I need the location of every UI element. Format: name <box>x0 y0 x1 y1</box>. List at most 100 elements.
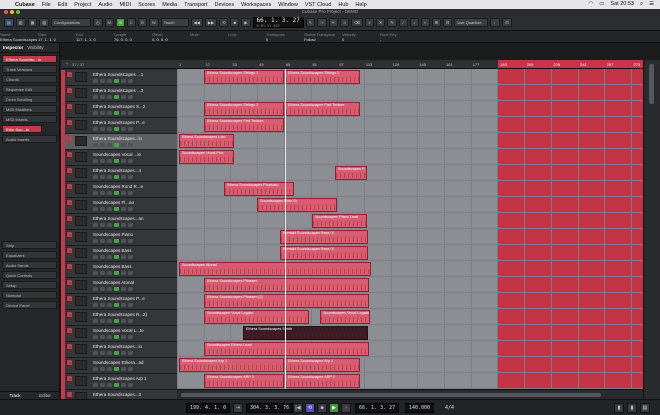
track-monitor-button[interactable] <box>114 255 119 259</box>
track-monitor-button[interactable] <box>114 175 119 179</box>
track-instrument-icon[interactable] <box>75 248 87 258</box>
record-enable-button[interactable] <box>67 216 72 221</box>
constrain-delay-button[interactable]: ◴ <box>93 18 103 27</box>
track-instrument-icon[interactable] <box>75 328 87 338</box>
split-tool[interactable]: ✂ <box>328 18 338 27</box>
record-enable-button[interactable] <box>67 376 72 381</box>
inspector-audio-inserts[interactable]: Audio Inserts <box>2 135 57 143</box>
menu-edit[interactable]: Edit <box>58 2 67 8</box>
inspector-equalizers[interactable]: Equalizers <box>2 251 57 259</box>
track-read-button[interactable] <box>107 255 112 259</box>
tab-track[interactable]: Track <box>0 392 30 399</box>
midi-part[interactable]: Ethera Soundscapes Strings 1 <box>204 70 284 84</box>
track-name[interactable]: Soundscapes Vocal ...le <box>93 152 175 157</box>
track-write-button[interactable] <box>121 95 126 99</box>
track-read-button[interactable] <box>107 351 112 355</box>
track-read-button[interactable] <box>107 367 112 371</box>
track-row[interactable]: Ethera SoundsCapes ...3 <box>61 86 177 102</box>
track-monitor-button[interactable] <box>114 287 119 291</box>
track-write-button[interactable] <box>121 255 126 259</box>
track-name[interactable]: Ethera Soundscapes...3 <box>93 392 175 397</box>
track-mute-button[interactable] <box>93 223 98 227</box>
tab-inspector[interactable]: Inspector <box>3 45 23 50</box>
track-monitor-button[interactable] <box>114 239 119 243</box>
track-edit-button[interactable] <box>128 111 133 115</box>
track-solo-button[interactable] <box>100 111 105 115</box>
track-mute-button[interactable] <box>93 303 98 307</box>
track-edit-button[interactable] <box>128 143 133 147</box>
transport-cycle-button[interactable]: ⟲ <box>305 403 315 413</box>
inspector-midi-modifiers[interactable]: MIDI Modifiers <box>2 105 57 113</box>
track-edit-button[interactable] <box>128 351 133 355</box>
track-mute-button[interactable] <box>93 255 98 259</box>
track-edit-button[interactable] <box>128 287 133 291</box>
record-enable-button[interactable] <box>67 280 72 285</box>
track-instrument-icon[interactable] <box>75 200 87 210</box>
menu-help[interactable]: Help <box>355 2 366 8</box>
time-signature-display[interactable]: 4/4 <box>442 403 457 413</box>
track-read-button[interactable] <box>107 159 112 163</box>
track-name[interactable]: Soundscapes Rond R...e <box>93 184 175 189</box>
track-name[interactable]: Ethera SoundsCapes ...3 <box>93 88 175 93</box>
track-read-button[interactable] <box>107 383 112 387</box>
menu-project[interactable]: Project <box>74 2 91 8</box>
rewind-button[interactable]: ◀◀ <box>190 18 203 27</box>
inspector-midi-inserts[interactable]: MIDI Inserts <box>2 115 57 123</box>
midi-part[interactable]: Ethera Soundscapes Pad Texture <box>204 118 284 132</box>
track-edit-button[interactable] <box>128 239 133 243</box>
window-layout-button[interactable]: ⊡ <box>502 18 512 27</box>
track-mute-button[interactable] <box>93 95 98 99</box>
track-name[interactable]: Ethera Soundscapes Arp 1 <box>93 376 175 381</box>
track-name[interactable]: Soundscapes Vocal L...te <box>93 328 175 333</box>
track-write-button[interactable] <box>121 271 126 275</box>
track-edit-button[interactable] <box>128 191 133 195</box>
track-write-button[interactable] <box>121 383 126 387</box>
track-solo-button[interactable] <box>100 127 105 131</box>
inspector-setup[interactable]: Setup <box>2 281 57 289</box>
record-enable-button[interactable] <box>67 392 72 397</box>
info-value-length[interactable]: 76. 0. 0. 0 <box>114 37 152 47</box>
track-write-button[interactable] <box>121 159 126 163</box>
right-zone-button[interactable]: ▧ <box>39 18 50 27</box>
track-row[interactable]: Ethera Soundscapes P...e <box>61 118 177 134</box>
record-enable-button[interactable] <box>67 200 72 205</box>
track-row[interactable]: Soundscapes Rond R...e <box>61 182 177 198</box>
track-solo-button[interactable] <box>100 191 105 195</box>
mute-tool[interactable]: ✕ <box>375 18 386 27</box>
track-edit-button[interactable] <box>128 335 133 339</box>
track-solo-button[interactable] <box>100 367 105 371</box>
track-row[interactable]: Soundscapes Atonal <box>61 278 177 294</box>
track-instrument-icon[interactable] <box>75 232 87 242</box>
track-write-button[interactable] <box>121 111 126 115</box>
midi-part[interactable]: Soundscapes R <box>335 166 367 180</box>
track-write-button[interactable] <box>121 335 126 339</box>
transport-stop-button[interactable]: ■ <box>317 403 327 413</box>
track-read-button[interactable] <box>107 287 112 291</box>
midi-part[interactable]: Ethera Soundscapes Arp 1 <box>179 358 284 372</box>
track-monitor-button[interactable] <box>114 383 119 387</box>
audio-connection-icon[interactable]: ▤ <box>640 403 650 413</box>
horizontal-scroll-thumb[interactable] <box>181 393 601 397</box>
track-row[interactable]: Ethera Soundscapes...an <box>61 214 177 230</box>
menu-cubase[interactable]: Cubase <box>15 2 35 8</box>
horizontal-scrollbar[interactable] <box>177 389 643 399</box>
track-read-button[interactable] <box>107 111 112 115</box>
track-instrument-icon[interactable] <box>75 120 87 130</box>
track-write-button[interactable] <box>121 319 126 323</box>
glue-tool[interactable]: ⊃ <box>339 18 350 27</box>
track-write-button[interactable] <box>121 303 126 307</box>
automation-mode-dropdown[interactable]: Touch <box>160 18 189 27</box>
track-edit-button[interactable] <box>128 95 133 99</box>
track-edit-button[interactable] <box>128 207 133 211</box>
track-name[interactable]: Soundscapes Bass <box>93 264 175 269</box>
tab-editor[interactable]: Editor <box>30 392 60 399</box>
inspector-strip[interactable]: Strip <box>2 241 57 249</box>
track-write-button[interactable] <box>121 367 126 371</box>
track-mute-button[interactable] <box>93 239 98 243</box>
left-locator[interactable]: 199. 4. 1. 0 <box>186 403 231 413</box>
menu-devices[interactable]: Devices <box>215 2 235 8</box>
timeline-ruler[interactable]: 193 209 225 241 257 273 1 17 33 49 65 81 97 113 129 14… <box>177 60 643 69</box>
menu-file[interactable]: File <box>42 2 51 8</box>
track-instrument-icon[interactable] <box>75 296 87 306</box>
inspector-track-name[interactable]: Ethera Soundsc...lo <box>2 55 57 63</box>
